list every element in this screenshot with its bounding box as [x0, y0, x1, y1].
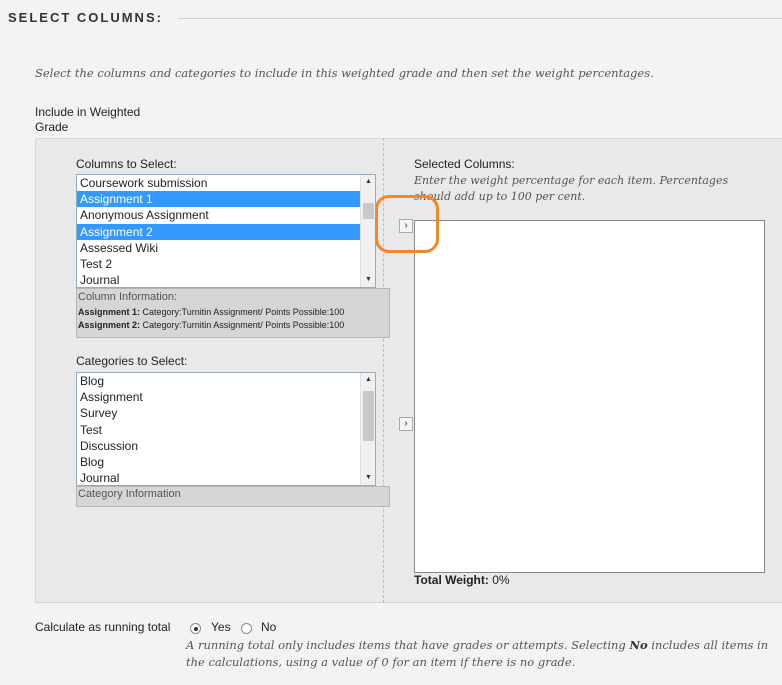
include-in-weighted-grade-label: Include in Weighted Grade [35, 105, 141, 134]
category-option[interactable]: Test [77, 422, 360, 438]
category-information-box: Category Information [76, 486, 390, 507]
column-option[interactable]: Assessed Wiki [77, 240, 360, 256]
running-total-note-emphasis: No [629, 638, 648, 652]
column-option[interactable]: Assignment 2 [77, 223, 360, 240]
scroll-up-arrow-icon[interactable]: ▲ [361, 373, 375, 387]
categories-scrollbar[interactable]: ▲ ▼ [360, 373, 375, 485]
scroll-thumb[interactable] [363, 391, 374, 441]
scroll-thumb[interactable] [363, 203, 374, 219]
category-option[interactable]: Assignment [77, 389, 360, 405]
section-title: SELECT COLUMNS: [8, 10, 163, 25]
instructions-text: Select the columns and categories to inc… [35, 66, 654, 80]
column-option[interactable]: Journal [77, 272, 360, 287]
column-information-detail: Category:Turnitin Assignment/ Points Pos… [142, 320, 345, 330]
running-total-yes-radio[interactable] [190, 623, 201, 634]
selected-columns-list[interactable] [414, 220, 765, 573]
running-total-no-label: No [261, 620, 277, 634]
column-option[interactable]: Coursework submission [77, 175, 360, 191]
columns-listbox[interactable]: Coursework submission Assignment 1 Anonymo… [76, 174, 376, 288]
running-total-note: A running total only includes items that… [186, 638, 769, 669]
running-total-no-radio[interactable] [241, 623, 252, 634]
scroll-down-arrow-icon[interactable]: ▼ [361, 273, 375, 287]
total-weight-label: Total Weight: [414, 573, 489, 587]
categories-listbox[interactable]: Blog Assignment Survey Test Discussion Blog Jo… [76, 372, 376, 486]
column-option[interactable]: Test 2 [77, 256, 360, 272]
category-information-title: Category Information [78, 488, 181, 500]
column-information-line: Assignment 2: Category:Turnitin Assignme… [78, 319, 385, 332]
callout-highlight-ring [375, 195, 439, 253]
running-total-yes-label: Yes [211, 620, 231, 634]
columns-scrollbar[interactable]: ▲ ▼ [360, 175, 375, 287]
running-total-label: Calculate as running total [35, 620, 171, 634]
column-information-name: Assignment 2: [78, 320, 141, 330]
scroll-down-arrow-icon[interactable]: ▼ [361, 471, 375, 485]
column-option[interactable]: Anonymous Assignment [77, 207, 360, 223]
total-weight-value: 0% [492, 573, 510, 587]
category-option[interactable]: Blog [77, 454, 360, 470]
add-categories-button[interactable]: › [399, 417, 413, 431]
column-information-lines: Assignment 1: Category:Turnitin Assignme… [78, 306, 385, 332]
column-option[interactable]: Assignment 1 [77, 191, 360, 208]
section-divider [178, 18, 782, 19]
total-weight: Total Weight: 0% [414, 573, 510, 587]
selected-columns-label: Selected Columns: [414, 157, 515, 171]
column-information-line: Assignment 1: Category:Turnitin Assignme… [78, 306, 385, 319]
scroll-up-arrow-icon[interactable]: ▲ [361, 175, 375, 189]
category-option[interactable]: Survey [77, 405, 360, 421]
category-option[interactable]: Blog [77, 373, 360, 389]
weight-hint-text: Enter the weight percentage for each ite… [414, 174, 729, 203]
column-information-detail: Category:Turnitin Assignment/ Points Pos… [142, 307, 345, 317]
category-option[interactable]: Journal [77, 470, 360, 485]
categories-to-select-label: Categories to Select: [76, 354, 188, 368]
category-option[interactable]: Discussion [77, 438, 360, 454]
categories-options: Blog Assignment Survey Test Discussion Blog Jo… [77, 373, 360, 485]
columns-options: Coursework submission Assignment 1 Anonymo… [77, 175, 360, 287]
columns-to-select-label: Columns to Select: [76, 157, 177, 171]
column-information-box: Column Information: Assignment 1: Catego… [76, 288, 390, 338]
column-information-title: Column Information: [78, 291, 178, 303]
column-information-name: Assignment 1: [78, 307, 141, 317]
